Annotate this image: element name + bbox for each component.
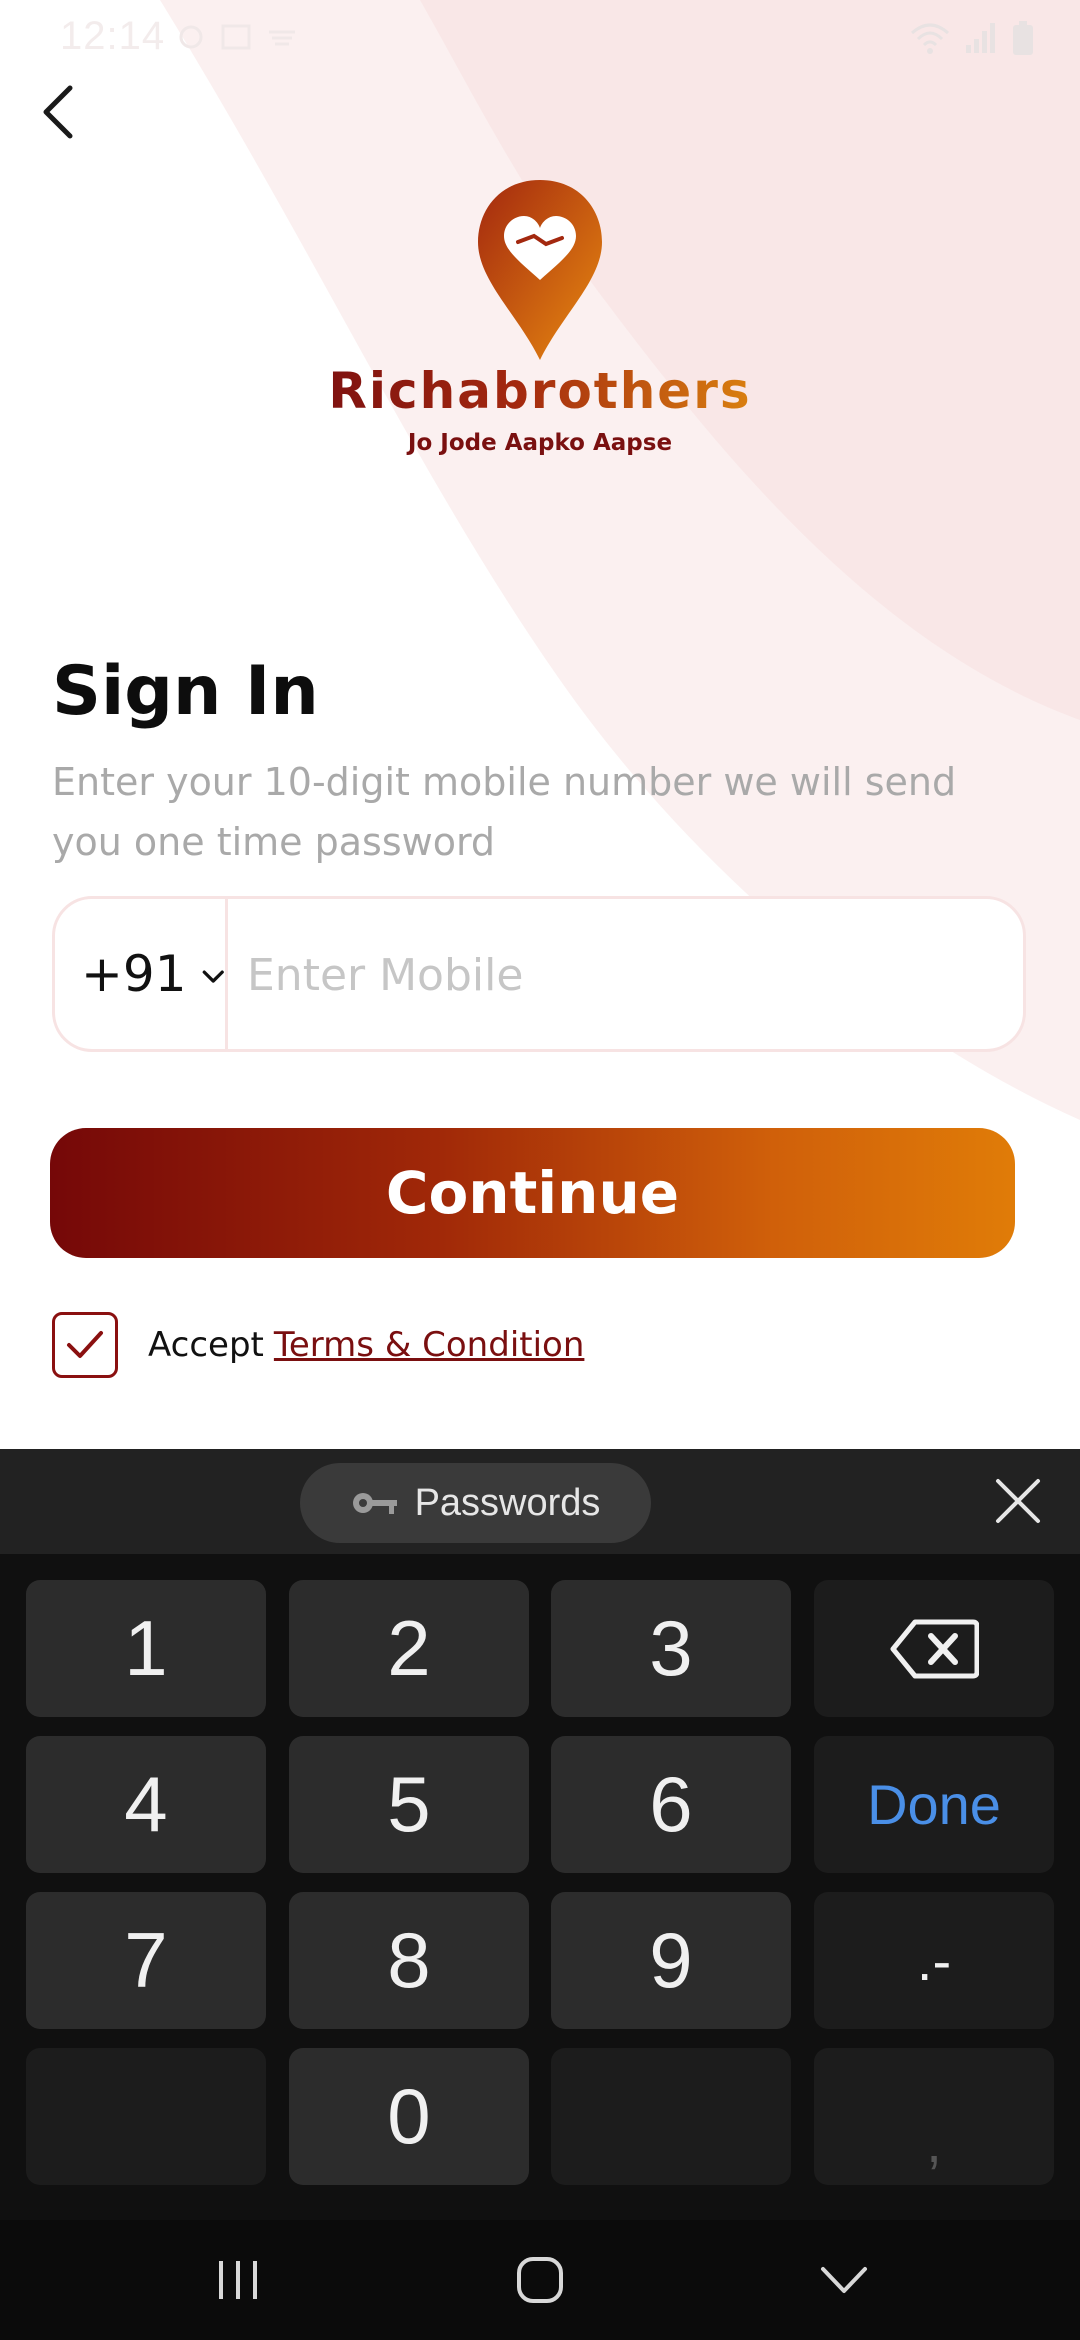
key-9[interactable]: 9 — [551, 1892, 791, 2029]
country-code-select[interactable]: +91 — [55, 899, 225, 1049]
battery-icon — [1013, 21, 1033, 55]
key-6[interactable]: 6 — [551, 1736, 791, 1873]
backspace-key[interactable] — [814, 1580, 1054, 1717]
keyboard-toolbar: Passwords — [0, 1449, 1080, 1554]
key-7[interactable]: 7 — [26, 1892, 266, 2029]
punctuation-key[interactable]: .- — [814, 1892, 1054, 2029]
backspace-icon — [890, 1619, 979, 1678]
key-2[interactable]: 2 — [289, 1580, 529, 1717]
hide-keyboard-button[interactable] — [794, 2250, 894, 2310]
close-icon[interactable] — [992, 1475, 1044, 1527]
back-button[interactable] — [28, 82, 88, 142]
terms-link[interactable]: Terms & Condition — [274, 1325, 585, 1365]
brand-logo — [478, 180, 602, 360]
brand-name: Richabrothers — [300, 362, 780, 420]
page-title: Sign In — [52, 652, 319, 731]
key-0[interactable]: 0 — [289, 2048, 529, 2185]
phone-input-group: +91 — [52, 896, 1026, 1052]
numeric-keyboard: Passwords 1 2 3 4 5 6 Done 7 8 9 .- 0 , — [0, 1449, 1080, 2340]
checkmark-icon — [67, 1331, 103, 1358]
back-arrow-icon — [43, 85, 73, 139]
wifi-icon — [911, 23, 949, 54]
passwords-chip[interactable]: Passwords — [300, 1463, 651, 1543]
continue-button[interactable]: Continue — [50, 1128, 1015, 1258]
key-3[interactable]: 3 — [551, 1580, 791, 1717]
notification-icon — [179, 25, 203, 49]
passwords-label: Passwords — [414, 1481, 601, 1524]
brand-tagline: Jo Jode Aapko Aapse — [407, 430, 673, 456]
home-button[interactable] — [490, 2250, 590, 2310]
chevron-down-icon — [821, 2267, 867, 2293]
key-5[interactable]: 5 — [289, 1736, 529, 1873]
page-subtitle: Enter your 10-digit mobile number we wil… — [52, 760, 957, 864]
key-4[interactable]: 4 — [26, 1736, 266, 1873]
key-icon — [352, 1493, 397, 1514]
status-notification-icons — [176, 22, 298, 52]
home-icon — [517, 2257, 563, 2303]
terms-checkbox[interactable] — [52, 1312, 118, 1378]
accept-label: Accept — [148, 1325, 264, 1365]
key-1[interactable]: 1 — [26, 1580, 266, 1717]
done-key[interactable]: Done — [814, 1736, 1054, 1873]
status-time: 12:14 — [60, 14, 166, 58]
terms-row: Accept Terms & Condition — [52, 1310, 584, 1380]
blank-key-left — [26, 2048, 266, 2185]
recents-icon — [219, 2261, 257, 2299]
key-8[interactable]: 8 — [289, 1892, 529, 2029]
blank-key-right — [551, 2048, 791, 2185]
chevron-down-icon — [202, 970, 224, 983]
country-code-value: +91 — [81, 945, 187, 1003]
comma-key[interactable]: , — [814, 2048, 1054, 2185]
system-nav-bar — [0, 2220, 1080, 2340]
wifi-lines-icon — [269, 30, 295, 46]
gallery-icon — [221, 24, 251, 50]
signal-icon — [966, 23, 995, 53]
status-bar: 12:14 — [0, 0, 1080, 80]
mobile-number-input[interactable] — [245, 899, 1009, 1051]
input-divider — [225, 899, 228, 1049]
recents-button[interactable] — [188, 2250, 288, 2310]
status-system-icons — [910, 20, 1034, 56]
